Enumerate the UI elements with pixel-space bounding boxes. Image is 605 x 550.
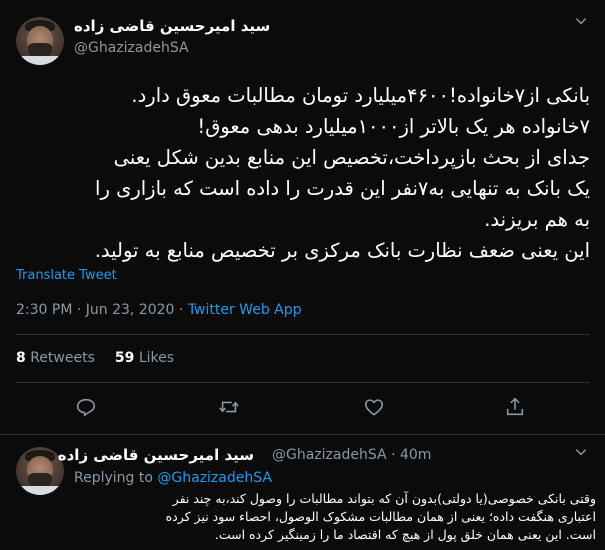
retweets-label: Retweets	[30, 350, 95, 366]
likes-stat[interactable]: 59 Likes	[115, 350, 174, 366]
tweet-line: به هم بریزند.	[484, 208, 590, 231]
tweet-actions	[0, 394, 605, 424]
avatar[interactable]	[16, 17, 64, 65]
tweet-time[interactable]: 40m	[400, 447, 431, 463]
reply-icon[interactable]	[73, 394, 99, 420]
replying-to: Replying to @GhazizadehSA	[74, 470, 272, 486]
retweets-count: 8	[16, 350, 26, 366]
source-app-link[interactable]: Twitter Web App	[188, 302, 302, 318]
replying-label: Replying to	[74, 470, 153, 486]
chevron-down-icon[interactable]	[574, 445, 588, 463]
author-name[interactable]: سید امیرحسین قاضی زاده	[58, 446, 254, 464]
tweet-line: بانکی از۷خانواده!۴۶۰۰میلیارد تومان مطالب…	[131, 84, 590, 107]
tweet-line: جدای از بحث بازپرداخت،تخصیص این منابع بد…	[113, 146, 590, 169]
translate-tweet-link[interactable]: Translate Tweet	[16, 268, 117, 283]
likes-count: 59	[114, 350, 135, 366]
reply-line: اعتباری هنگفت داده؛ یعنی از همان مطالبات…	[165, 509, 596, 524]
tweet-stats: 8 Retweets 59 Likes	[16, 350, 174, 366]
author-handle[interactable]: @GhazizadehSA	[74, 40, 189, 56]
likes-label: Likes	[138, 350, 175, 366]
tweet-line: ۷خانواده هر یک بالاتر از۱۰۰۰میلیارد بدهی…	[197, 115, 590, 138]
retweets-stat[interactable]: 8 Retweets	[16, 350, 95, 366]
share-icon[interactable]	[502, 394, 528, 420]
reply-text: وقتی بانکی خصوصی(یا دولتی)بدون آن که بتو…	[74, 490, 596, 544]
tweet-line: این یعنی ضعف نظارت بانک مرکزی بر تخصیص م…	[94, 239, 590, 262]
reply-header: @GhazizadehSA · 40m	[272, 447, 432, 463]
tweet-meta: 2:30 PM · Jun 23, 2020 · Twitter Web App	[16, 302, 302, 318]
meta-separator: ·	[72, 302, 86, 318]
reply-tweet[interactable]: سید امیرحسین قاضی زاده @GhazizadehSA · 4…	[0, 435, 605, 550]
divider	[16, 382, 590, 383]
tweet-line: یک بانک به تنهایی به۷نفر این قدرت را داد…	[95, 177, 590, 200]
main-tweet: سید امیرحسین قاضی زاده @GhazizadehSA بان…	[0, 0, 605, 434]
author-name[interactable]: سید امیرحسین قاضی زاده	[74, 17, 274, 35]
tweet-date[interactable]: Jun 23, 2020	[86, 302, 175, 318]
tweet-time[interactable]: 2:30 PM	[16, 302, 72, 318]
avatar[interactable]	[16, 447, 64, 495]
author-handle[interactable]: @GhazizadehSA	[272, 447, 387, 463]
chevron-down-icon[interactable]	[574, 14, 588, 32]
meta-separator: ·	[174, 302, 188, 318]
reply-line: وقتی بانکی خصوصی(یا دولتی)بدون آن که بتو…	[172, 491, 596, 506]
mention-link[interactable]: @GhazizadehSA	[157, 470, 272, 486]
divider	[16, 334, 590, 335]
tweet-text: بانکی از۷خانواده!۴۶۰۰میلیارد تومان مطالب…	[12, 80, 590, 266]
heart-icon[interactable]	[361, 394, 387, 420]
retweet-icon[interactable]	[216, 394, 242, 420]
reply-line: است. این یعنی همان خلق پول از هیچ که اقت…	[214, 527, 596, 542]
